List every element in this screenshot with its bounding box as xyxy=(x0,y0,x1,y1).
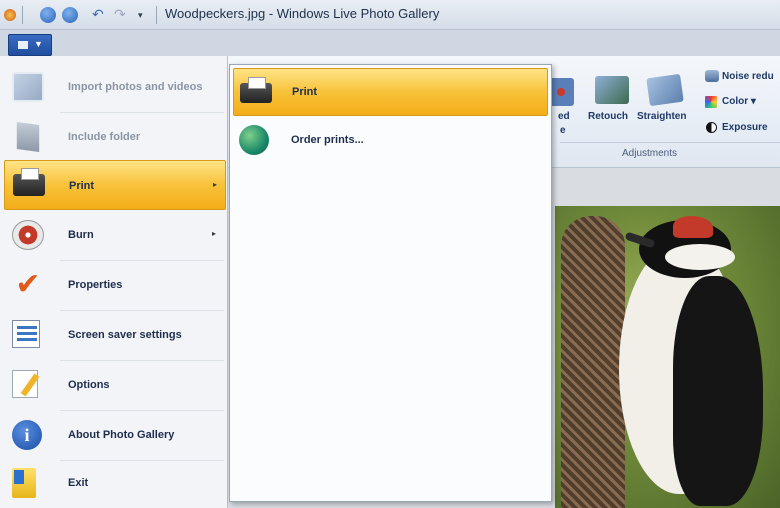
bird-feeder xyxy=(561,216,625,508)
ribbon-exposure-label[interactable]: Exposure xyxy=(722,122,768,133)
title-bar: ↶ ↷ ▾ Woodpeckers.jpg - Windows Live Pho… xyxy=(0,0,780,30)
submenu-arrow-icon: ▸ xyxy=(213,180,218,189)
bird-cheek xyxy=(665,244,735,270)
menu-item-exit[interactable]: Exit xyxy=(0,458,228,508)
menu-item-options[interactable]: Options xyxy=(0,360,228,410)
screen-saver-icon xyxy=(12,320,40,348)
folder-icon xyxy=(16,122,40,152)
divider xyxy=(22,6,23,24)
submenu-item-label: Print xyxy=(292,86,318,98)
menu-item-import[interactable]: Import photos and videos xyxy=(0,62,228,112)
back-icon[interactable] xyxy=(40,7,56,23)
noise-reduction-icon[interactable] xyxy=(705,70,719,82)
exit-icon xyxy=(12,468,36,498)
submenu-item-order-prints[interactable]: Order prints... xyxy=(233,117,548,165)
import-photos-icon xyxy=(12,72,44,102)
app-menu-button[interactable]: ▼ xyxy=(8,34,52,56)
menu-item-properties[interactable]: ✔ Properties xyxy=(0,260,228,310)
submenu-item-print[interactable]: Print xyxy=(233,68,548,116)
printer-icon xyxy=(240,77,272,103)
menu-item-screen-saver[interactable]: Screen saver settings xyxy=(0,310,228,360)
quick-access-dropdown-icon[interactable]: ▾ xyxy=(138,7,154,23)
retouch-icon[interactable] xyxy=(595,76,629,104)
forward-icon[interactable] xyxy=(62,7,78,23)
divider xyxy=(560,142,780,143)
app-menu-icon xyxy=(18,41,28,49)
divider xyxy=(156,6,157,24)
menu-item-label: Properties xyxy=(68,279,123,291)
menu-item-about[interactable]: i About Photo Gallery xyxy=(0,410,228,460)
menu-item-label: Options xyxy=(68,379,110,391)
window-title: Woodpeckers.jpg - Windows Live Photo Gal… xyxy=(165,6,440,21)
redo-icon[interactable]: ↷ xyxy=(114,7,130,23)
menu-item-label: Screen saver settings xyxy=(68,329,182,341)
chevron-down-icon: ▼ xyxy=(34,39,43,49)
ribbon-color-label[interactable]: Color ▾ xyxy=(722,96,756,107)
printer-icon xyxy=(13,168,45,196)
menu-item-include-folder[interactable]: Include folder xyxy=(0,112,228,162)
ribbon-red-eye-label[interactable]: ed xyxy=(558,111,570,122)
color-icon[interactable] xyxy=(705,96,717,108)
menu-item-label: Include folder xyxy=(68,131,141,143)
straighten-icon[interactable] xyxy=(646,73,684,107)
ribbon-straighten-label[interactable]: Straighten xyxy=(637,111,686,122)
app-icon xyxy=(4,9,16,21)
ribbon-group-label: Adjustments xyxy=(622,148,678,159)
undo-icon[interactable]: ↶ xyxy=(92,7,108,23)
info-icon: i xyxy=(12,420,42,450)
menu-item-label: Burn xyxy=(68,229,94,241)
menu-item-print[interactable]: Print ▸ xyxy=(4,160,226,210)
submenu-item-label: Order prints... xyxy=(291,134,364,146)
bird-back xyxy=(673,276,763,506)
ribbon-retouch-label[interactable]: Retouch xyxy=(588,111,628,122)
print-submenu: Print Order prints... xyxy=(229,64,552,502)
ribbon-partial-label: e xyxy=(560,125,566,136)
options-icon xyxy=(12,370,38,398)
disc-icon xyxy=(12,220,44,250)
bird-cap xyxy=(673,216,713,238)
application-menu: Import photos and videos Include folder … xyxy=(0,56,228,508)
menu-item-burn[interactable]: Burn ▸ xyxy=(0,210,228,260)
menu-item-label: Print xyxy=(69,180,95,192)
ribbon-noise-label[interactable]: Noise redu xyxy=(722,71,774,82)
submenu-arrow-icon: ▸ xyxy=(212,229,217,238)
globe-icon xyxy=(239,125,269,155)
checkmark-icon: ✔ xyxy=(15,268,41,301)
menu-item-label: Import photos and videos xyxy=(68,81,203,93)
exposure-icon[interactable] xyxy=(706,122,717,133)
woodpecker-photo xyxy=(555,206,780,508)
menu-item-label: About Photo Gallery xyxy=(68,429,175,441)
menu-item-label: Exit xyxy=(68,477,89,489)
